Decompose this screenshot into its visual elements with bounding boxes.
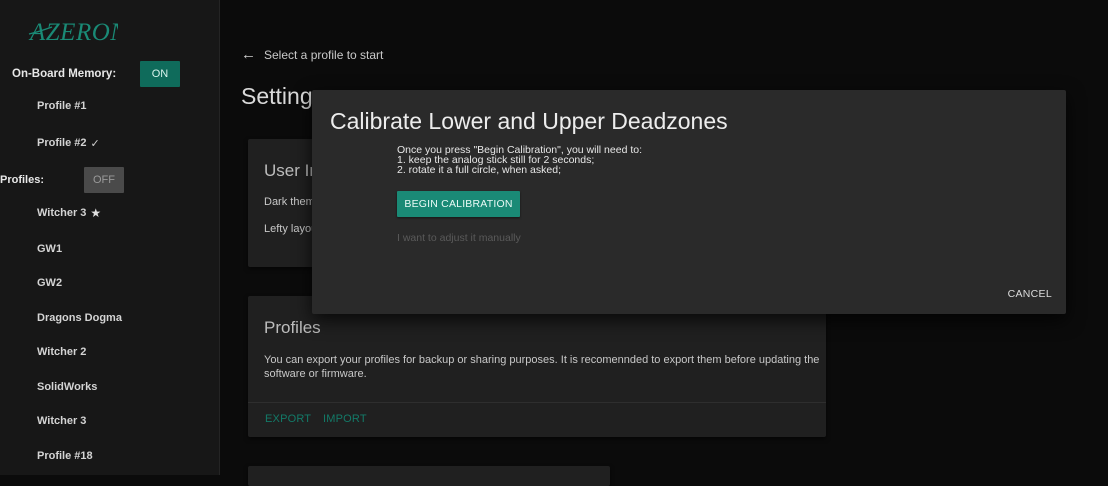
profiles-card-description: You can export your profiles for backup …: [264, 354, 820, 380]
export-button[interactable]: EXPORT: [265, 413, 311, 425]
next-card: [248, 466, 610, 486]
sidebar-item-dragons-dogma[interactable]: Dragons Dogma: [37, 308, 122, 328]
onboard-memory-row: On-Board Memory: ON: [12, 60, 180, 88]
card-divider: [248, 402, 826, 403]
profiles-toggle[interactable]: OFF: [84, 167, 124, 193]
profiles-toggle-row: Profiles: OFF: [0, 166, 124, 194]
import-button[interactable]: IMPORT: [323, 413, 367, 425]
sidebar-item-solidworks[interactable]: SolidWorks: [37, 377, 97, 397]
sidebar-item-witcher-2[interactable]: Witcher 2: [37, 342, 86, 362]
sidebar-item-gw1[interactable]: GW1: [37, 239, 62, 259]
adjust-manually-link[interactable]: I want to adjust it manually: [397, 232, 521, 244]
check-icon: ✓: [90, 137, 100, 150]
cancel-button[interactable]: CANCEL: [1008, 288, 1052, 300]
calibration-dialog: Calibrate Lower and Upper Deadzones Once…: [312, 90, 1066, 314]
begin-calibration-button[interactable]: BEGIN CALIBRATION: [397, 191, 520, 217]
instruction-line: 2. rotate it a full circle, when asked;: [397, 164, 561, 176]
dialog-title: Calibrate Lower and Upper Deadzones: [330, 108, 728, 134]
sidebar-item-label: Witcher 2: [37, 346, 87, 358]
star-icon: ★: [90, 206, 102, 220]
onboard-memory-label: On-Board Memory:: [12, 68, 117, 80]
dialog-instructions: Once you press "Begin Calibration", you …: [397, 145, 642, 176]
sidebar-item-profile-18[interactable]: Profile #18: [37, 446, 93, 466]
arrow-left-icon: ←: [241, 46, 256, 63]
profiles-card: Profiles You can export your profiles fo…: [248, 296, 826, 437]
sidebar-item-label: Profile #2: [37, 137, 87, 149]
svg-text:AZERON: AZERON: [28, 19, 118, 46]
azeron-logo: AZERON: [28, 14, 128, 48]
profiles-label: Profiles:: [0, 174, 45, 186]
sidebar-item-witcher-3[interactable]: Witcher 3: [37, 411, 86, 431]
sidebar-item-witcher-3-favorite[interactable]: Witcher 3 ★: [37, 203, 101, 223]
sidebar-item-gw2[interactable]: GW2: [37, 273, 62, 293]
profiles-card-title: Profiles: [264, 318, 321, 337]
sidebar-item-label: Dragons Dogma: [37, 312, 122, 324]
onboard-memory-toggle[interactable]: ON: [140, 61, 180, 87]
sidebar-item-label: Profile #18: [37, 450, 93, 462]
sidebar-item-label: Profile #1: [37, 100, 87, 112]
sidebar-item-label: GW1: [37, 243, 63, 255]
sidebar-item-label: Witcher 3: [37, 207, 87, 219]
sidebar-item-profile-2[interactable]: Profile #2 ✓: [37, 133, 100, 153]
sidebar: AZERON On-Board Memory: ON Profile #1 Pr…: [0, 0, 220, 475]
back-to-profiles-link[interactable]: ← Select a profile to start: [241, 46, 383, 63]
back-link-text: Select a profile to start: [264, 47, 384, 62]
sidebar-item-label: Witcher 3: [37, 415, 87, 427]
sidebar-item-label: SolidWorks: [37, 381, 98, 393]
sidebar-item-label: GW2: [37, 277, 63, 289]
sidebar-item-profile-1[interactable]: Profile #1: [37, 96, 87, 116]
